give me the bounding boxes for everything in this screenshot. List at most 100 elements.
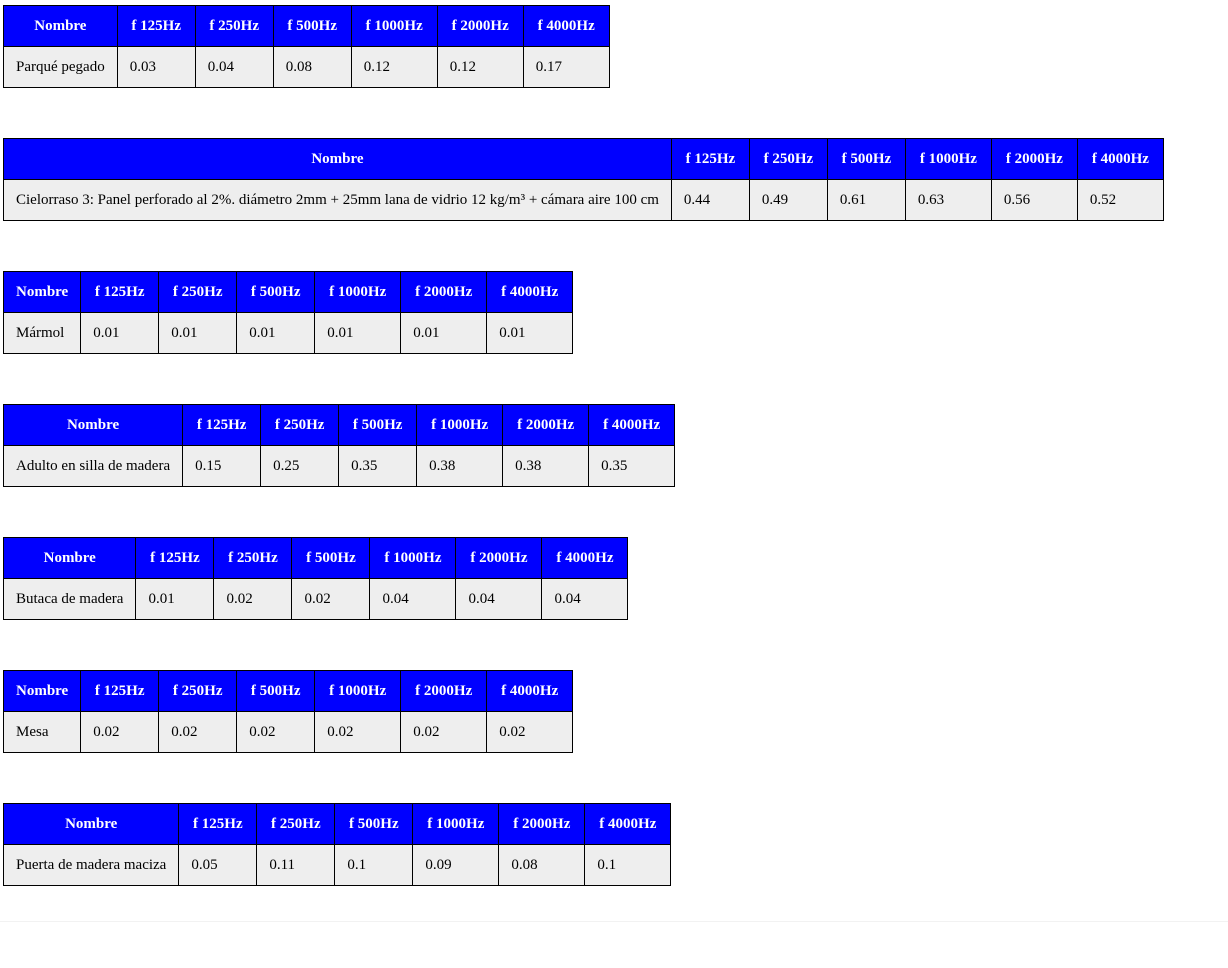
cell-name: Parqué pegado <box>3 46 118 88</box>
cell-f1000: 0.01 <box>314 312 402 354</box>
cell-f500: 0.1 <box>334 844 414 886</box>
header-f250: f 250Hz <box>748 138 828 180</box>
header-f500: f 500Hz <box>236 271 316 313</box>
header-nombre: Nombre <box>3 138 672 180</box>
table-row: Parqué pegado 0.03 0.04 0.08 0.12 0.12 0… <box>3 46 610 88</box>
divider <box>0 921 1228 922</box>
cell-f125: 0.03 <box>116 46 196 88</box>
header-f2000: f 2000Hz <box>400 670 488 712</box>
table-header-row: Nombre f 125Hz f 250Hz f 500Hz f 1000Hz … <box>3 5 610 47</box>
header-f250: f 250Hz <box>158 271 238 313</box>
header-f2000: f 2000Hz <box>990 138 1078 180</box>
cell-f250: 0.25 <box>260 445 340 487</box>
cell-f1000: 0.38 <box>416 445 504 487</box>
header-f500: f 500Hz <box>291 537 371 579</box>
header-f1000: f 1000Hz <box>369 537 457 579</box>
cell-f2000: 0.38 <box>502 445 590 487</box>
table-header-row: Nombre f 125Hz f 250Hz f 500Hz f 1000Hz … <box>3 138 1164 180</box>
cell-name: Mesa <box>2 711 82 753</box>
header-f4000: f 4000Hz <box>486 271 574 313</box>
header-f500: f 500Hz <box>236 670 316 712</box>
absorption-tables: Nombre f 125Hz f 250Hz f 500Hz f 1000Hz … <box>2 5 1164 936</box>
cell-f4000: 0.1 <box>584 844 672 886</box>
cell-f1000: 0.63 <box>904 179 992 221</box>
header-f250: f 250Hz <box>213 537 293 579</box>
header-f4000: f 4000Hz <box>541 537 629 579</box>
header-f125: f 125Hz <box>80 670 160 712</box>
table-row: Mesa 0.02 0.02 0.02 0.02 0.02 0.02 <box>2 711 574 753</box>
header-f4000: f 4000Hz <box>522 5 610 47</box>
material-table-butaca: Nombre f 125Hz f 250Hz f 500Hz f 1000Hz … <box>2 537 629 620</box>
cell-f125: 0.01 <box>135 578 215 620</box>
material-table-cielorraso: Nombre f 125Hz f 250Hz f 500Hz f 1000Hz … <box>3 138 1164 221</box>
table-row: Puerta de madera maciza 0.05 0.11 0.1 0.… <box>2 844 672 886</box>
header-f125: f 125Hz <box>135 537 215 579</box>
cell-name: Cielorraso 3: Panel perforado al 2%. diá… <box>3 179 672 221</box>
header-f4000: f 4000Hz <box>584 803 672 845</box>
cell-f125: 0.05 <box>178 844 258 886</box>
cell-f4000: 0.01 <box>486 312 574 354</box>
cell-f500: 0.35 <box>338 445 418 487</box>
cell-f1000: 0.09 <box>412 844 500 886</box>
table-header-row: Nombre f 125Hz f 250Hz f 500Hz f 1000Hz … <box>2 404 676 446</box>
header-f2000: f 2000Hz <box>455 537 543 579</box>
material-table-puerta: Nombre f 125Hz f 250Hz f 500Hz f 1000Hz … <box>2 803 672 886</box>
cell-name: Adulto en silla de madera <box>2 445 184 487</box>
header-f500: f 500Hz <box>338 404 418 446</box>
cell-f1000: 0.04 <box>369 578 457 620</box>
material-table-mesa: Nombre f 125Hz f 250Hz f 500Hz f 1000Hz … <box>2 670 574 753</box>
header-f2000: f 2000Hz <box>502 404 590 446</box>
header-nombre: Nombre <box>2 537 137 579</box>
cell-f125: 0.02 <box>80 711 160 753</box>
header-f250: f 250Hz <box>194 5 274 47</box>
cell-f250: 0.02 <box>158 711 238 753</box>
header-f4000: f 4000Hz <box>588 404 676 446</box>
header-f2000: f 2000Hz <box>498 803 586 845</box>
header-f1000: f 1000Hz <box>314 670 402 712</box>
header-f4000: f 4000Hz <box>1076 138 1164 180</box>
cell-f2000: 0.01 <box>400 312 488 354</box>
cell-f250: 0.11 <box>256 844 336 886</box>
header-f250: f 250Hz <box>260 404 340 446</box>
cell-f500: 0.02 <box>236 711 316 753</box>
material-table-parque-pegado: Nombre f 125Hz f 250Hz f 500Hz f 1000Hz … <box>3 5 610 88</box>
cell-f4000: 0.17 <box>522 46 610 88</box>
cell-f500: 0.01 <box>236 312 316 354</box>
table-header-row: Nombre f 125Hz f 250Hz f 500Hz f 1000Hz … <box>2 803 672 845</box>
header-f1000: f 1000Hz <box>416 404 504 446</box>
cell-f4000: 0.52 <box>1076 179 1164 221</box>
cell-f2000: 0.02 <box>400 711 488 753</box>
header-nombre: Nombre <box>2 670 82 712</box>
header-nombre: Nombre <box>3 5 118 47</box>
cell-f250: 0.49 <box>748 179 828 221</box>
cell-f500: 0.08 <box>272 46 352 88</box>
cell-f2000: 0.56 <box>990 179 1078 221</box>
cell-f500: 0.02 <box>291 578 371 620</box>
header-f1000: f 1000Hz <box>350 5 438 47</box>
cell-name: Puerta de madera maciza <box>2 844 180 886</box>
header-f500: f 500Hz <box>334 803 414 845</box>
cell-f2000: 0.08 <box>498 844 586 886</box>
cell-f250: 0.04 <box>194 46 274 88</box>
header-f125: f 125Hz <box>182 404 262 446</box>
material-table-marmol: Nombre f 125Hz f 250Hz f 500Hz f 1000Hz … <box>2 271 574 354</box>
header-nombre: Nombre <box>2 803 180 845</box>
cell-f4000: 0.04 <box>541 578 629 620</box>
table-header-row: Nombre f 125Hz f 250Hz f 500Hz f 1000Hz … <box>2 670 574 712</box>
header-f2000: f 2000Hz <box>400 271 488 313</box>
cell-f2000: 0.04 <box>455 578 543 620</box>
cell-name: Butaca de madera <box>2 578 137 620</box>
header-f2000: f 2000Hz <box>436 5 524 47</box>
table-header-row: Nombre f 125Hz f 250Hz f 500Hz f 1000Hz … <box>2 537 629 579</box>
cell-f125: 0.44 <box>670 179 750 221</box>
table-header-row: Nombre f 125Hz f 250Hz f 500Hz f 1000Hz … <box>2 271 574 313</box>
header-f1000: f 1000Hz <box>904 138 992 180</box>
cell-f2000: 0.12 <box>436 46 524 88</box>
header-f250: f 250Hz <box>256 803 336 845</box>
header-f1000: f 1000Hz <box>412 803 500 845</box>
header-f125: f 125Hz <box>116 5 196 47</box>
header-nombre: Nombre <box>2 404 184 446</box>
cell-f125: 0.15 <box>182 445 262 487</box>
table-row: Mármol 0.01 0.01 0.01 0.01 0.01 0.01 <box>2 312 574 354</box>
header-f500: f 500Hz <box>826 138 906 180</box>
